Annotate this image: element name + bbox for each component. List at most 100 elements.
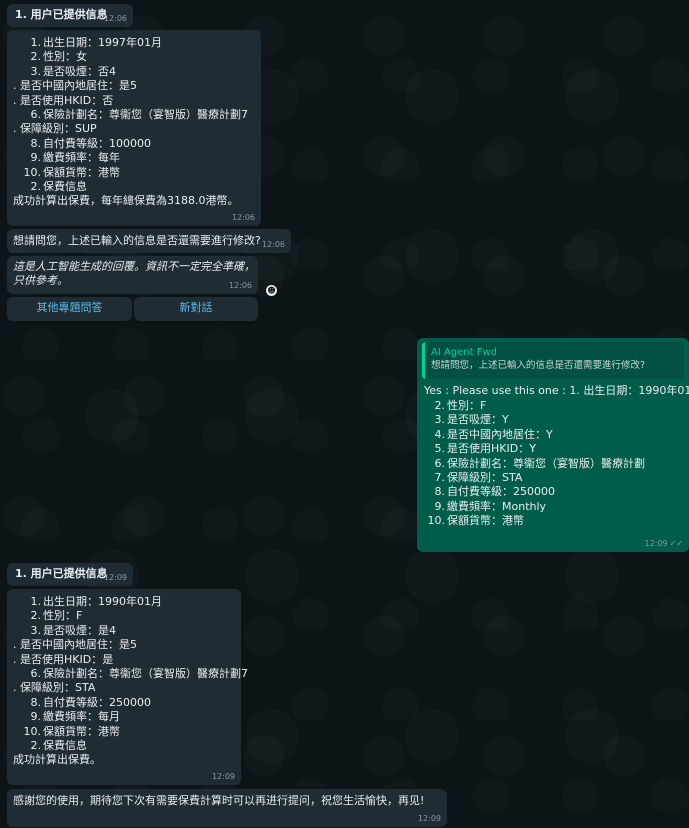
message-bubble-outgoing: AI Agent Fwd 想請問您，上述已輸入的信息是否還需要進行修改? Yes… <box>417 338 689 552</box>
list-item: 9. 繳費頻率：每月 <box>13 710 248 724</box>
list-item-number: 2. <box>30 50 42 64</box>
list-item: 9. 繳費頻率：每年 <box>13 151 248 165</box>
list-item-text: 出生日期：1990年01月 <box>43 595 162 608</box>
list-item: . 是否使用HKID：是 <box>13 653 248 667</box>
quoted-message[interactable]: AI Agent Fwd 想請問您，上述已輸入的信息是否還需要進行修改? <box>422 342 684 379</box>
list-item: 1. 出生日期：1990年01月 <box>13 595 248 609</box>
list-item-number: 7. <box>434 471 446 485</box>
message-bubble-thanks: 感謝您的使用，期待您下次有需要保費計算时可以再进行提问，祝您生活愉快，再见! 1… <box>7 789 447 827</box>
list-item-number: 6. <box>30 108 42 122</box>
list-item-number: 4. <box>434 427 446 441</box>
list-item: 6. 保險計劃名：尊衞您（宴智版）醫療計劃 <box>417 456 646 471</box>
smiley-icon[interactable]: ☻ <box>266 285 277 296</box>
list-item-number: 3. <box>434 413 446 427</box>
list-item: 10. 保額貨幣：港幣 <box>13 725 248 739</box>
list-item: 3. 是否吸煙：Y <box>417 413 645 427</box>
list-item-text: 性別：F <box>447 399 487 412</box>
list-item-number: 2. <box>434 399 446 412</box>
list-item-text: 繳費頻率：每年 <box>43 151 120 165</box>
message-title: 1. 用户已提供信息 <box>15 567 108 580</box>
list-item-text: 出生日期：1997年01月 <box>43 36 162 49</box>
list-item-text: . 保障級別：STA <box>13 681 96 695</box>
list-item-number: 2. <box>30 180 42 194</box>
message-text: 感謝您的使用，期待您下次有需要保費計算时可以再进行提问，祝您生活愉快，再见! <box>13 794 425 807</box>
list-item-text: 自付費等級：250000 <box>447 485 555 499</box>
list-item-number: 1. <box>30 36 42 49</box>
list-item-text: 是否吸煙：Y <box>447 413 509 427</box>
message-bubble-details-2: 1. 出生日期：1990年01月 2. 性別：F 3. 是否吸煙：是4. 是否中國內地居住… <box>7 589 248 785</box>
list-item: 成功計算出保費。 <box>13 753 248 767</box>
details-list: 1. 出生日期：1990年01月 2. 性別：F 3. 是否吸煙：是4. 是否中國內地居住… <box>13 595 248 768</box>
message-bubble-disclaimer: 這是人工智能生成的回覆。資訊不一定完全準確， 只供參考。 12:06 <box>7 256 258 294</box>
list-item: . 保障級別：SUP <box>13 122 248 136</box>
list-item-text: 保額貨幣：港幣 <box>447 514 524 528</box>
message-time: 12:09 <box>211 772 235 781</box>
message-title: 1. 用户已提供信息 <box>15 8 108 21</box>
quoted-sender: AI Agent Fwd <box>431 347 498 358</box>
other-topics-button[interactable]: 其他專題問答 <box>7 297 132 321</box>
list-item: 8. 自付費等級：100000 <box>13 137 248 151</box>
message-bubble-title-1: 1. 用户已提供信息 12:06 <box>7 4 133 27</box>
list-item: 7. 保障級別：STA <box>417 471 645 485</box>
list-item-text: 保費信息 <box>43 739 87 753</box>
list-item-text: 保險計劃名：尊衞您（宴智版）醫療計劃7 <box>43 667 248 681</box>
message-time: 12:06 <box>228 281 252 290</box>
list-item-number: 3. <box>30 64 42 78</box>
list-item-text: 是否使用HKID：Y <box>447 442 536 456</box>
list-item-number: 9. <box>30 710 42 724</box>
list-item: 1. 出生日期：1997年01月 <box>13 36 248 50</box>
list-item: 2. 保費信息 <box>13 739 248 753</box>
list-item-number: 10. <box>23 724 42 738</box>
new-conversation-button[interactable]: 新對話 <box>134 297 258 321</box>
list-item-text: 繳費頻率：每月 <box>43 710 120 724</box>
disclaimer-line-1: 這是人工智能生成的回覆。資訊不一定完全準確， <box>13 260 255 273</box>
list-item-number: 6. <box>30 667 42 681</box>
message-bubble-details-1: 1. 出生日期：1997年01月 2. 性別：女 3. 是否吸煙：否4. 是否中國內地居住… <box>7 30 261 226</box>
list-item: 9. 繳費頻率：Monthly <box>417 500 645 514</box>
list-item-text: 自付費等級：250000 <box>43 695 151 709</box>
list-item: . 是否使用HKID：否 <box>13 94 248 108</box>
list-item-number: 9. <box>434 499 446 513</box>
list-item-text: 保額貨幣：港幣 <box>43 724 120 738</box>
outgoing-list: 2. 性別：F 3. 是否吸煙：Y 4. 是否中國內地居住：Y 5. 是否使用HKID：Y 6.… <box>417 399 646 529</box>
list-item: 3. 是否吸煙：否4 <box>13 65 248 79</box>
list-item-text: 成功計算出保費，每年總保費為3188.0港幣。 <box>13 194 239 208</box>
list-item-text: 保險計劃名：尊衞您（宴智版）醫療計劃7 <box>43 108 248 122</box>
list-item: 8. 自付費等級：250000 <box>13 696 248 710</box>
list-item: 6. 保險計劃名：尊衞您（宴智版）醫療計劃7 <box>13 667 249 681</box>
message-time: 12:06 <box>231 213 255 222</box>
list-item: 2. 性別：F <box>13 609 248 623</box>
list-item: 10. 保額貨幣：港幣 <box>13 166 248 180</box>
list-item-number: 3. <box>30 623 42 637</box>
message-time: 12:09 ✓✓ <box>644 539 683 548</box>
list-item-number: 9. <box>30 151 42 165</box>
list-item: 6. 保險計劃名：尊衞您（宴智版）醫療計劃7 <box>13 108 249 122</box>
list-item: 4. 是否中國內地居住：Y <box>417 428 645 442</box>
list-item-number: 2. <box>30 609 42 623</box>
list-item-number: 10. <box>23 165 42 179</box>
list-item-text: 保費信息 <box>43 180 87 194</box>
list-item-text: . 是否使用HKID：是 <box>13 652 114 666</box>
list-item: . 是否中國內地居住：是5 <box>13 638 248 652</box>
message-text: 想請問您，上述已輸入的信息是否還需要進行修改? <box>13 234 261 247</box>
message-time: 12:09 <box>417 814 441 823</box>
list-item-text: . 保障級別：SUP <box>13 122 97 136</box>
list-item: 2. 保費信息 <box>13 180 248 194</box>
list-item-number: 2. <box>30 739 42 753</box>
list-item-text: 自付費等級：100000 <box>43 136 151 150</box>
list-item-number: 5. <box>434 442 446 456</box>
list-item-text: 保險計劃名：尊衞您（宴智版）醫療計劃 <box>447 456 645 470</box>
list-item-number: 6. <box>434 456 446 470</box>
list-item-text: 是否吸煙：是4 <box>43 623 116 637</box>
list-item-text: . 是否中國內地居住：是5 <box>13 638 137 652</box>
list-item: 5. 是否使用HKID：Y <box>417 442 645 456</box>
list-item-number: 1. <box>30 595 42 608</box>
list-item: 8. 自付費等級：250000 <box>417 485 645 499</box>
list-item: 成功計算出保費，每年總保費為3188.0港幣。 <box>13 194 248 208</box>
list-item: 3. 是否吸煙：是4 <box>13 624 248 638</box>
list-item-text: 性別：F <box>43 609 83 623</box>
message-bubble-question: 想請問您，上述已輸入的信息是否還需要進行修改? 12:06 <box>7 229 291 253</box>
list-item-number: 10. <box>427 514 446 528</box>
message-time: 12:06 <box>261 240 285 249</box>
list-item-text: 繳費頻率：Monthly <box>447 499 547 513</box>
